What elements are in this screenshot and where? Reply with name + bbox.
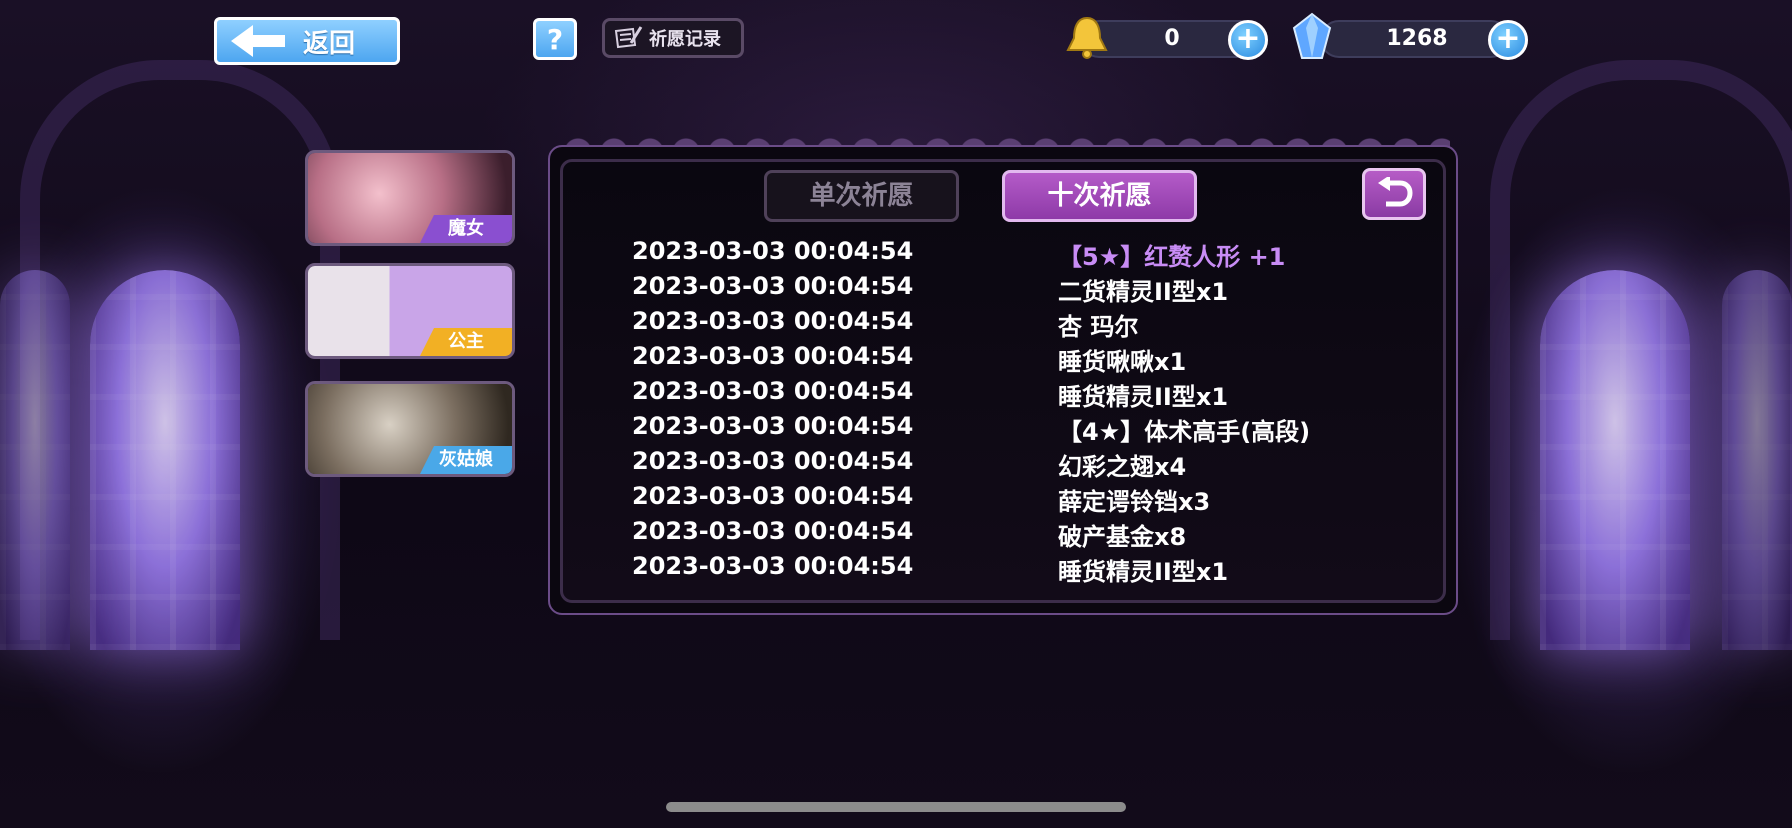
record-item: 幻彩之翅x4	[1058, 453, 1187, 481]
record-time: 2023-03-03 00:04:54	[632, 237, 914, 265]
record-item: 二货精灵II型x1	[1058, 278, 1229, 306]
record-item: 【5★】红赘人形 +1	[1058, 243, 1286, 271]
tab-single-wish[interactable]: 单次祈愿	[764, 170, 959, 222]
record-item: 睡货精灵II型x1	[1058, 383, 1229, 411]
record-item: 薛定谔铃铛x3	[1058, 488, 1211, 516]
record-time: 2023-03-03 00:04:54	[632, 517, 914, 545]
record-item: 杏 玛尔	[1058, 313, 1139, 341]
record-row: 2023-03-03 00:04:54 睡货啾啾x1	[632, 342, 1372, 377]
home-indicator[interactable]	[666, 802, 1126, 812]
record-time: 2023-03-03 00:04:54	[632, 552, 914, 580]
gold-bell-icon	[1066, 16, 1108, 59]
side-tab-princess[interactable]: 公主	[305, 263, 515, 359]
record-row: 2023-03-03 00:04:54 幻彩之翅x4	[632, 447, 1372, 482]
record-row: 2023-03-03 00:04:54 薛定谔铃铛x3	[632, 482, 1372, 517]
record-row: 2023-03-03 00:04:54 破产基金x8	[632, 517, 1372, 552]
gem-currency-bar: 1268	[1320, 20, 1510, 58]
record-row: 2023-03-03 00:04:54 杏 玛尔	[632, 307, 1372, 342]
record-row: 2023-03-03 00:04:54 二货精灵II型x1	[632, 272, 1372, 307]
record-time: 2023-03-03 00:04:54	[632, 412, 914, 440]
back-label: 返回	[303, 28, 356, 59]
left-stained-window	[90, 270, 240, 650]
help-button[interactable]: ?	[533, 18, 577, 60]
side-tab-princess-label: 公主	[420, 328, 512, 356]
record-row: 2023-03-03 00:04:54 睡货精灵II型x1	[632, 552, 1372, 587]
record-list: 2023-03-03 00:04:54 【5★】红赘人形 +1 2023-03-03…	[632, 237, 1372, 587]
side-tab-cinderella[interactable]: 灰姑娘	[305, 381, 515, 477]
left-stained-window-edge	[0, 270, 70, 650]
record-row: 2023-03-03 00:04:54 睡货精灵II型x1	[632, 377, 1372, 412]
wish-record-label: 祈愿记录	[649, 29, 721, 50]
right-stained-window	[1540, 270, 1690, 650]
record-time: 2023-03-03 00:04:54	[632, 272, 914, 300]
record-row: 2023-03-03 00:04:54 【5★】红赘人形 +1	[632, 237, 1372, 272]
record-item: 【4★】体术高手(高段)	[1058, 418, 1311, 446]
side-tab-witch[interactable]: 魔女	[305, 150, 515, 246]
return-button[interactable]	[1362, 168, 1426, 220]
right-stained-window-edge	[1722, 270, 1792, 650]
back-arrow-icon	[231, 25, 285, 57]
record-item: 破产基金x8	[1058, 523, 1187, 551]
record-item: 睡货精灵II型x1	[1058, 558, 1229, 586]
gold-add-button[interactable]: +	[1228, 20, 1268, 60]
record-time: 2023-03-03 00:04:54	[632, 307, 914, 335]
back-button[interactable]: 返回	[214, 17, 400, 65]
scroll-quill-icon	[614, 26, 643, 49]
record-time: 2023-03-03 00:04:54	[632, 447, 914, 475]
gem-add-button[interactable]: +	[1488, 20, 1528, 60]
tab-ten-wish[interactable]: 十次祈愿	[1002, 170, 1197, 222]
record-time: 2023-03-03 00:04:54	[632, 342, 914, 370]
gem-crystal-icon	[1292, 12, 1332, 59]
side-tab-witch-label: 魔女	[420, 215, 512, 243]
record-row: 2023-03-03 00:04:54 【4★】体术高手(高段)	[632, 412, 1372, 447]
gem-value: 1268	[1386, 26, 1448, 51]
record-time: 2023-03-03 00:04:54	[632, 377, 914, 405]
return-arrow-icon	[1378, 177, 1413, 207]
record-time: 2023-03-03 00:04:54	[632, 482, 914, 510]
record-item: 睡货啾啾x1	[1058, 348, 1187, 376]
wish-record-button[interactable]: 祈愿记录	[602, 18, 744, 58]
side-tab-cinderella-label: 灰姑娘	[420, 446, 512, 474]
